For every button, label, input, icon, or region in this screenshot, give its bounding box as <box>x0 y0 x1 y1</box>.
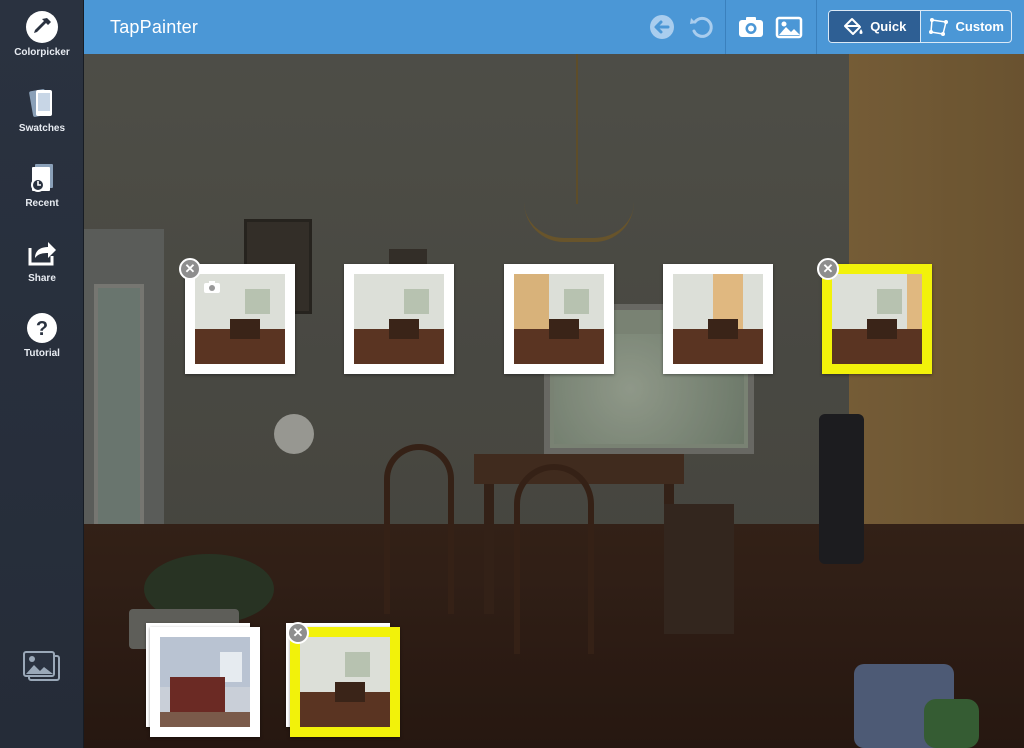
quick-mode-label: Quick <box>870 19 907 34</box>
thumbnail-image <box>195 274 285 364</box>
thumbnail-image <box>832 274 922 364</box>
photo-stack-bedroom[interactable] <box>150 627 260 737</box>
camera-icon <box>739 17 763 37</box>
recent-thumbnail[interactable] <box>185 264 295 374</box>
quick-mode-button[interactable]: Quick <box>829 11 920 42</box>
recent-thumbnail[interactable] <box>663 264 773 374</box>
recent-thumbnail[interactable] <box>504 264 614 374</box>
app-title: TapPainter <box>110 17 199 37</box>
thumbnail-image <box>673 274 763 364</box>
paint-bucket-icon <box>844 17 863 35</box>
sidebar-item-tutorial[interactable]: ? Tutorial <box>0 311 84 381</box>
sidebar-item-swatches[interactable]: Swatches <box>0 86 84 156</box>
camera-icon <box>204 281 220 293</box>
sidebar-item-share[interactable]: Share <box>0 236 84 306</box>
gallery-icon <box>23 651 60 681</box>
recent-icon <box>31 164 53 192</box>
image-icon <box>775 16 803 39</box>
polygon-icon <box>928 17 948 36</box>
custom-mode-button[interactable]: Custom <box>919 11 1012 42</box>
camera-button[interactable] <box>736 12 766 42</box>
custom-mode-label: Custom <box>955 19 1004 34</box>
sidebar-item-recent[interactable]: Recent <box>0 161 84 231</box>
back-arrow-icon <box>650 15 674 39</box>
photo-library-button[interactable] <box>774 12 804 42</box>
thumbnail-image <box>300 637 390 727</box>
sidebar-item-label: Share <box>28 273 56 284</box>
eyedropper-icon <box>26 11 58 43</box>
thumbnail-image <box>354 274 444 364</box>
photo-stack-selected[interactable] <box>290 627 400 737</box>
share-icon <box>28 242 56 266</box>
undo-button[interactable] <box>647 12 677 42</box>
sidebar-item-label: Tutorial <box>24 348 60 359</box>
thumbnail-image <box>160 637 250 727</box>
sidebar-item-colorpicker[interactable]: Colorpicker <box>0 10 84 80</box>
svg-text:?: ? <box>36 318 48 340</box>
delete-thumb-button[interactable]: ✕ <box>287 622 309 644</box>
sidebar: Colorpicker Swatches Recent Share ? Tuto… <box>0 0 84 748</box>
sidebar-item-label: Colorpicker <box>14 47 70 58</box>
gallery-button[interactable] <box>22 650 62 684</box>
top-bar: TapPainter Quick Custom <box>84 0 1024 54</box>
recent-thumbnail[interactable] <box>344 264 454 374</box>
delete-thumb-button[interactable]: ✕ <box>179 258 201 280</box>
help-icon: ? <box>27 313 57 343</box>
recent-thumbnail-selected[interactable] <box>822 264 932 374</box>
sidebar-item-label: Swatches <box>18 123 66 134</box>
swatches-icon <box>29 89 52 117</box>
delete-thumb-button[interactable]: ✕ <box>817 258 839 280</box>
reset-button[interactable] <box>686 12 716 42</box>
thumbnail-image <box>514 274 604 364</box>
mode-toggle: Quick Custom <box>828 10 1012 43</box>
sidebar-item-label: Recent <box>25 198 59 209</box>
reset-icon <box>690 16 713 38</box>
